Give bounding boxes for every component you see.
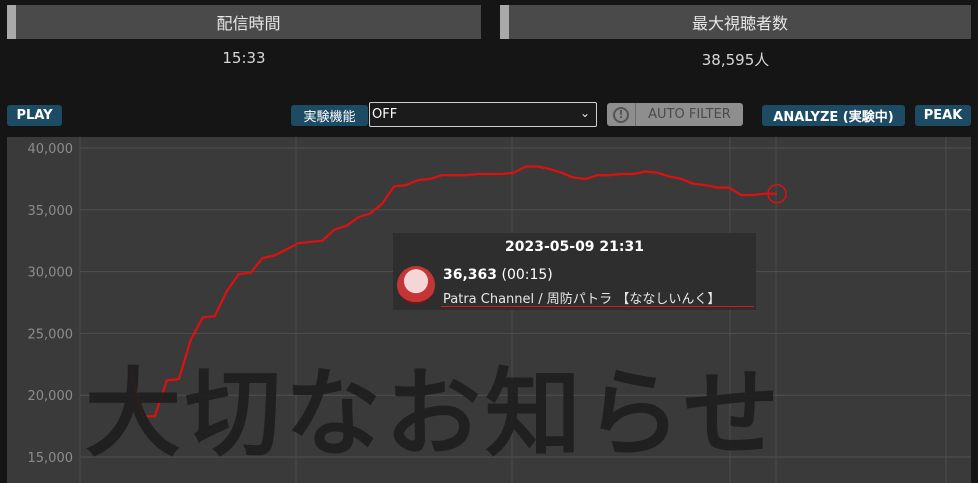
tooltip-datetime: 2023-05-09 21:31 xyxy=(505,239,644,255)
experimental-select[interactable]: OFF ⌄ xyxy=(369,102,597,127)
analyze-button[interactable]: ANALYZE (実験中) xyxy=(762,105,905,126)
auto-filter-label: AUTO FILTER xyxy=(648,107,731,122)
play-button[interactable]: PLAY xyxy=(7,105,62,126)
experimental-label: 実験機能 xyxy=(291,105,368,126)
tooltip-channel: Patra Channel / 周防パトラ 【ななしいんく】 xyxy=(443,292,721,307)
peak-viewers-label: 最大視聴者数 xyxy=(500,5,971,39)
chart-tooltip: 2023-05-09 21:31 36,363 (00:15) Patra Ch… xyxy=(393,233,756,310)
y-tick-label: 15,000 xyxy=(28,451,74,466)
duration-label: 配信時間 xyxy=(7,5,481,39)
tooltip-channel-jp: 周防パトラ 【ななしいんく】 xyxy=(546,292,721,307)
y-tick-label: 35,000 xyxy=(28,204,74,219)
peak-viewers-value: 38,595人 xyxy=(701,51,770,69)
chevron-down-icon: ⌄ xyxy=(579,106,590,120)
peak-button[interactable]: PEAK xyxy=(915,105,971,126)
y-tick-label: 40,000 xyxy=(28,142,74,157)
y-tick-label: 25,000 xyxy=(28,327,74,342)
info-icon-wrap: ! xyxy=(607,103,636,126)
y-tick-label: 30,000 xyxy=(28,266,74,281)
exclamation-icon: ! xyxy=(613,106,629,123)
auto-filter-button[interactable]: ! AUTO FILTER xyxy=(607,103,743,126)
tooltip-channel-name: Patra Channel xyxy=(443,292,535,307)
duration-card: 配信時間 15:33 xyxy=(7,5,481,75)
tooltip-elapsed: (00:15) xyxy=(501,267,553,283)
experimental-select-value: OFF xyxy=(372,107,398,122)
peak-viewers-card: 最大視聴者数 38,595人 xyxy=(500,5,971,75)
announcement-banner: 大切なお知らせ xyxy=(85,358,784,470)
tooltip-underline xyxy=(441,306,754,307)
channel-avatar xyxy=(397,266,435,304)
y-tick-label: 20,000 xyxy=(28,389,74,404)
tooltip-value-row: 36,363 (00:15) xyxy=(443,267,553,283)
tooltip-value: 36,363 xyxy=(443,267,498,283)
duration-value: 15:33 xyxy=(222,49,266,67)
